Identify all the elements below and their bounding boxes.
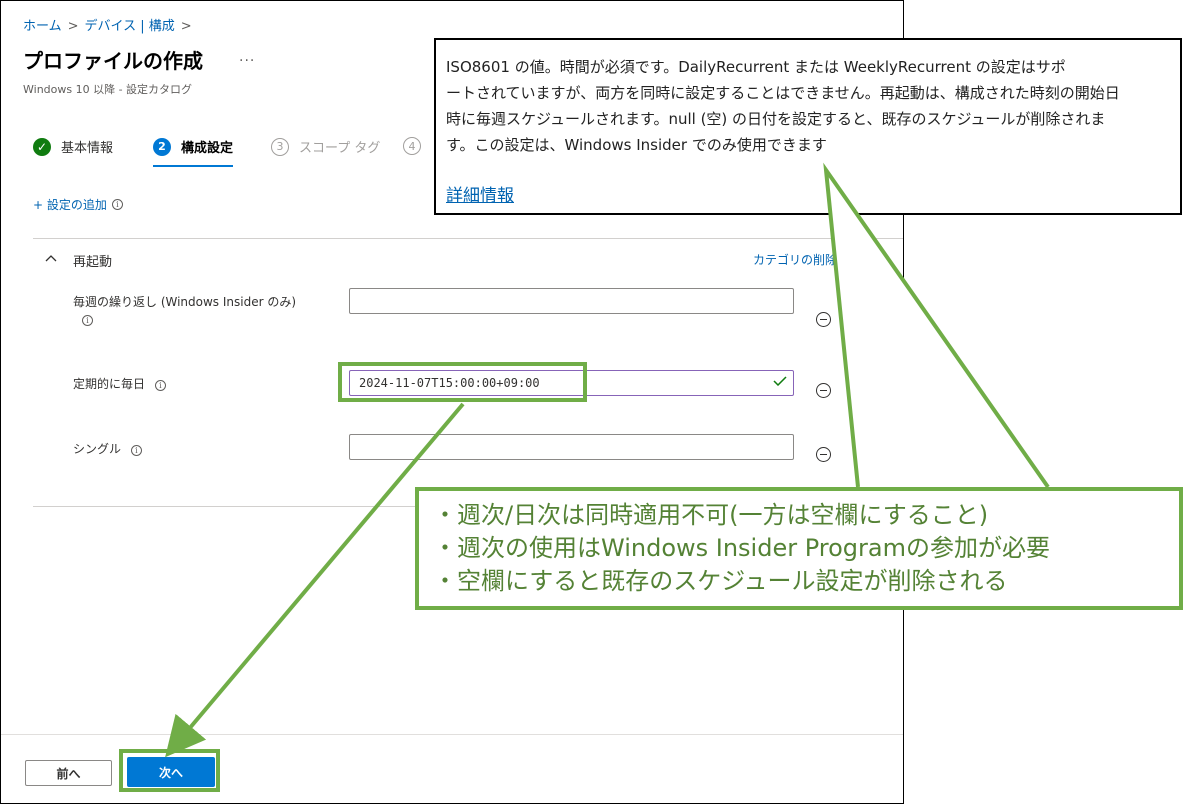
- breadcrumb-devices[interactable]: デバイス | 構成: [85, 19, 175, 34]
- add-setting-label: + 設定の追加: [33, 198, 107, 212]
- divider: [33, 238, 903, 239]
- step-label: 基本情報: [61, 141, 114, 156]
- step-basics[interactable]: ✓ 基本情報: [33, 137, 113, 156]
- daily-recurrence-label: 定期的に毎日 i: [73, 375, 166, 392]
- annotation-callout: ・週次/日次は同時適用不可(一方は空欄にすること) ・週次の使用はWindows…: [415, 487, 1183, 610]
- step-label: スコープ タグ: [299, 141, 381, 156]
- remove-icon[interactable]: [816, 447, 831, 462]
- remove-icon[interactable]: [816, 312, 831, 327]
- breadcrumb-separator: >: [67, 19, 79, 34]
- step-scope-tags[interactable]: 3 スコープ タグ: [271, 137, 380, 156]
- page-subtitle: Windows 10 以降 - 設定カタログ: [23, 83, 193, 96]
- step-configuration[interactable]: 2 構成設定: [153, 137, 234, 167]
- single-input[interactable]: [349, 434, 794, 460]
- step-label: 構成設定: [181, 141, 234, 156]
- callout-line: ・週次/日次は同時適用不可(一方は空欄にすること): [433, 501, 989, 529]
- tooltip-line: ートされていますが、両方を同時に設定することはできません。再起動は、構成された時…: [446, 84, 1120, 102]
- next-button-highlight: [119, 749, 220, 792]
- footer-divider: [1, 734, 903, 735]
- info-icon[interactable]: i: [154, 380, 166, 391]
- info-icon[interactable]: i: [111, 199, 123, 210]
- callout-line: ・週次の使用はWindows Insider Programの参加が必要: [433, 534, 1050, 562]
- callout-line: ・空欄にすると既存のスケジュール設定が削除される: [433, 567, 1008, 595]
- info-icon[interactable]: i: [82, 315, 93, 326]
- step-number: 4: [403, 137, 421, 155]
- delete-category-link[interactable]: カテゴリの削除: [753, 251, 837, 268]
- single-label: シングル i: [73, 440, 142, 457]
- breadcrumb-separator-trailing: >: [180, 19, 192, 34]
- step-number: 3: [271, 137, 289, 156]
- breadcrumb: ホーム > デバイス | 構成 >: [23, 15, 198, 34]
- breadcrumb-home[interactable]: ホーム: [23, 19, 62, 34]
- weekly-recurrence-input[interactable]: [349, 288, 794, 314]
- learn-more-link[interactable]: 詳細情報: [446, 181, 514, 206]
- tooltip-line: す。この設定は、Windows Insider でのみ使用できます: [446, 136, 827, 154]
- step-assignments[interactable]: 4: [403, 137, 431, 155]
- step-number: 2: [153, 137, 171, 156]
- info-icon[interactable]: i: [130, 445, 142, 456]
- tooltip-line: 時に毎週スケジュールされます。null (空) の日付を設定すると、既存のスケジ…: [446, 110, 1106, 128]
- remove-icon[interactable]: [816, 383, 831, 398]
- add-setting-link[interactable]: + 設定の追加 i: [33, 196, 123, 213]
- single-label-text: シングル: [73, 442, 122, 456]
- daily-recurrence-label-text: 定期的に毎日: [73, 377, 146, 391]
- page-title: プロファイルの作成: [23, 49, 203, 73]
- chevron-up-icon[interactable]: [45, 251, 57, 265]
- more-options-icon[interactable]: ...: [239, 49, 255, 65]
- daily-input-highlight: [338, 362, 587, 402]
- check-icon: [773, 374, 787, 390]
- info-tooltip: ISO8601 の値。時間が必須です。DailyRecurrent または We…: [434, 38, 1182, 215]
- previous-button[interactable]: 前へ: [25, 760, 112, 786]
- check-icon: ✓: [33, 137, 51, 156]
- section-title[interactable]: 再起動: [73, 251, 112, 270]
- tooltip-text: ISO8601 の値。時間が必須です。DailyRecurrent または We…: [446, 54, 1170, 158]
- weekly-recurrence-label: 毎週の繰り返し (Windows Insider のみ): [73, 295, 297, 309]
- tooltip-line: ISO8601 の値。時間が必須です。DailyRecurrent または We…: [446, 58, 1066, 76]
